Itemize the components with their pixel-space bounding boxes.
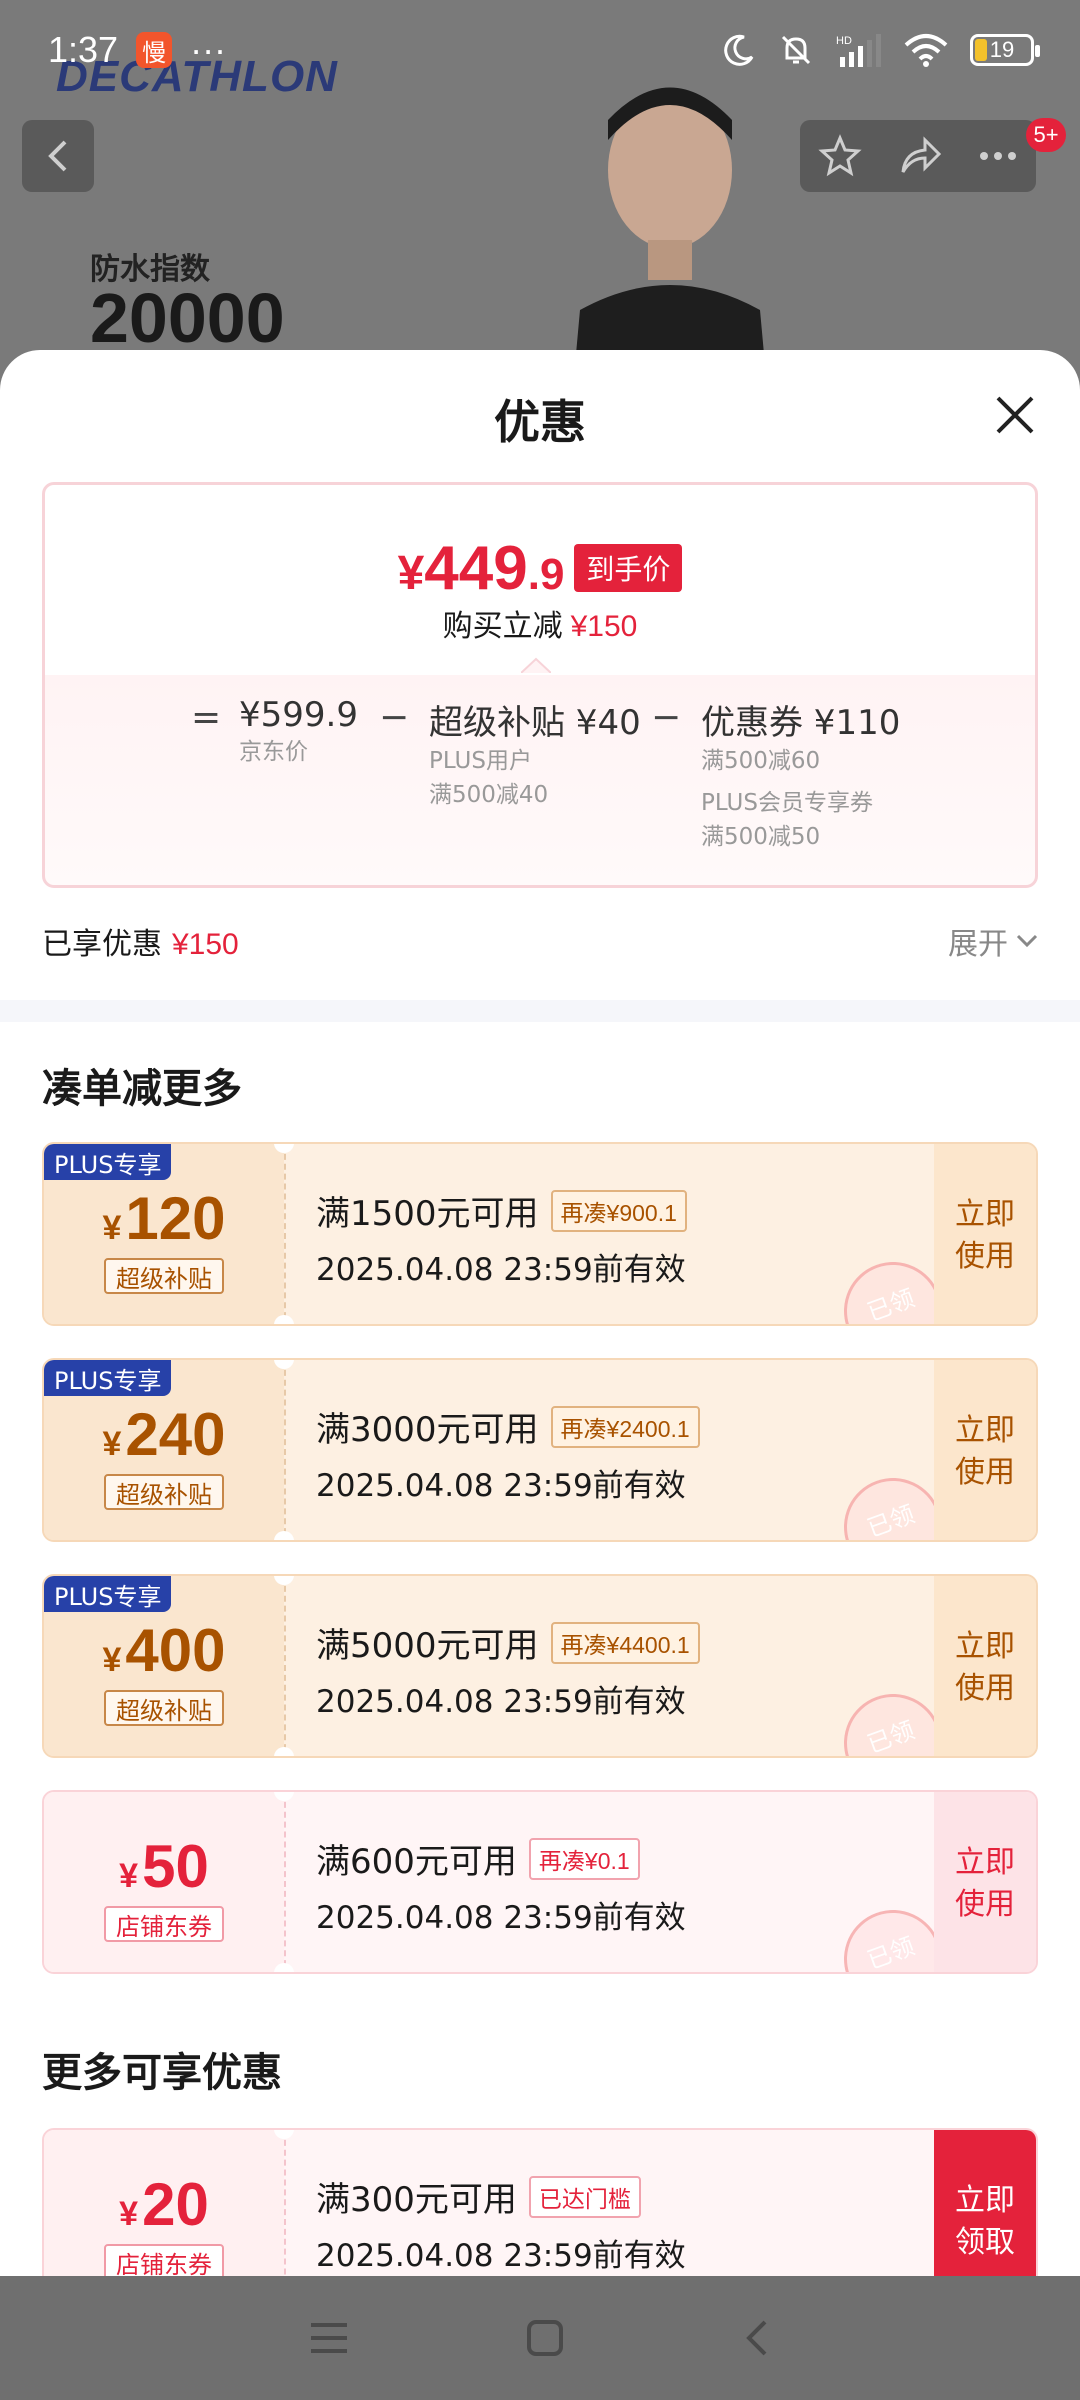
discount-bottom-sheet: 优惠 ¥449.9 到手价 购买立减 ¥150 = ¥599.9 京东价 − 超级… xyxy=(0,350,1080,2276)
coupon-amount: ¥400 xyxy=(102,1617,226,1684)
plus-exclusive-badge: PLUS专享 xyxy=(44,1360,172,1396)
price-breakdown-card: ¥449.9 到手价 购买立减 ¥150 = ¥599.9 京东价 − 超级补贴 … xyxy=(42,482,1038,888)
coupon-amount: ¥50 xyxy=(119,1833,209,1900)
svg-text:HD: HD xyxy=(836,35,852,47)
battery-level: 19 xyxy=(989,37,1015,62)
sheet-title: 优惠 xyxy=(494,395,586,449)
coupon-type-badge: 店铺东券 xyxy=(104,1906,224,1942)
coupon-card: PLUS专享 ¥120 超级补贴 满1500元可用 再凑¥900.1 2025.… xyxy=(42,1142,1038,1326)
wifi-icon xyxy=(904,34,948,67)
clock: 1:37 xyxy=(48,29,119,70)
coupon-type-badge: 店铺东券 xyxy=(104,2244,224,2276)
status-bar: 1:37 慢 ··· HD 19 xyxy=(0,0,1080,100)
final-price-row: ¥449.9 到手价 xyxy=(45,533,1035,604)
enjoyed-discount-row: 已享优惠 ¥150 展开 xyxy=(42,916,1038,966)
coupon-condition: 满300元可用 xyxy=(316,2180,517,2220)
coupon-type-badge: 超级补贴 xyxy=(104,1474,224,1510)
coupon-expiry: 2025.04.08 23:59前有效 xyxy=(316,1252,686,1288)
coupon-expiry: 2025.04.08 23:59前有效 xyxy=(316,1468,686,1504)
minus-sign: − xyxy=(651,697,682,738)
use-now-button[interactable]: 立即 使用 xyxy=(934,1144,1036,1324)
expand-button[interactable]: 展开 xyxy=(948,919,1038,963)
minus-sign: − xyxy=(379,697,410,738)
instant-discount: 购买立减 ¥150 xyxy=(442,609,638,644)
coupon-amount: ¥20 xyxy=(119,2171,209,2238)
super-subsidy-term: 超级补贴 ¥40 PLUS用户 满500减40 xyxy=(429,703,641,808)
use-now-button[interactable]: 立即 使用 xyxy=(934,1360,1036,1540)
enjoyed-discount: 已享优惠 ¥150 xyxy=(42,927,239,962)
more-icon[interactable] xyxy=(978,150,1018,162)
plus-exclusive-badge: PLUS专享 xyxy=(44,1576,172,1612)
battery-icon: 19 xyxy=(970,34,1040,66)
chevron-down-icon xyxy=(1016,934,1038,948)
coupon-term: 优惠券 ¥110 满500减60 PLUS会员专享券 满500减50 xyxy=(701,703,901,850)
coupon-card: ¥50 店铺东券 满600元可用 再凑¥0.1 2025.04.08 23:59… xyxy=(42,1790,1038,1974)
coupon-condition: 满1500元可用 xyxy=(316,1194,539,1234)
final-price: ¥449.9 xyxy=(397,534,565,603)
chevron-left-icon xyxy=(48,140,67,172)
back-icon[interactable] xyxy=(741,2318,771,2358)
more-notifications-icon: ··· xyxy=(190,29,227,70)
coupon-amount: ¥240 xyxy=(102,1401,226,1468)
coupon-condition: 满3000元可用 xyxy=(316,1410,539,1450)
add-more-chip: 再凑¥900.1 xyxy=(550,1189,687,1232)
add-more-chip: 再凑¥0.1 xyxy=(528,1837,640,1880)
coupon-expiry: 2025.04.08 23:59前有效 xyxy=(316,1684,686,1720)
claim-now-button[interactable]: 立即 领取 xyxy=(934,2130,1036,2276)
back-button[interactable] xyxy=(22,120,94,192)
final-price-tag: 到手价 xyxy=(574,544,683,592)
section-divider xyxy=(0,1000,1080,1022)
star-icon[interactable] xyxy=(818,134,862,178)
price-formula: = ¥599.9 京东价 − 超级补贴 ¥40 PLUS用户 满500减40 −… xyxy=(45,695,1035,875)
app-notification-icon: 慢 xyxy=(136,32,173,68)
system-navigation-bar xyxy=(0,2276,1080,2400)
home-icon[interactable] xyxy=(526,2319,564,2357)
waterproof-value: 20000 xyxy=(90,279,285,357)
section-title-more-discount: 凑单减更多 xyxy=(42,1066,242,1112)
coupon-type-badge: 超级补贴 xyxy=(104,1690,224,1726)
add-more-chip: 再凑¥2400.1 xyxy=(550,1405,700,1448)
coupon-card: PLUS专享 ¥240 超级补贴 满3000元可用 再凑¥2400.1 2025… xyxy=(42,1358,1038,1542)
plus-exclusive-badge: PLUS专享 xyxy=(44,1144,172,1180)
jd-price-term: ¥599.9 京东价 xyxy=(239,695,358,765)
top-action-group xyxy=(800,120,1036,192)
add-more-chip: 再凑¥4400.1 xyxy=(550,1621,700,1664)
coupon-type-badge: 超级补贴 xyxy=(104,1258,224,1294)
coupon-condition: 满5000元可用 xyxy=(316,1626,539,1666)
signal-icon: HD xyxy=(836,34,881,67)
moon-icon xyxy=(724,34,754,66)
threshold-reached-chip: 已达门槛 xyxy=(528,2175,641,2218)
close-icon[interactable] xyxy=(990,390,1040,440)
menu-icon[interactable] xyxy=(309,2321,349,2355)
coupon-amount: ¥120 xyxy=(102,1185,226,1252)
caret-up-icon xyxy=(521,657,551,673)
coupon-expiry: 2025.04.08 23:59前有效 xyxy=(316,1900,686,1936)
coupon-expiry: 2025.04.08 23:59前有效 xyxy=(316,2238,686,2274)
coupon-card: PLUS专享 ¥400 超级补贴 满5000元可用 再凑¥4400.1 2025… xyxy=(42,1574,1038,1758)
mute-bell-icon xyxy=(781,35,811,65)
equals-sign: = xyxy=(191,697,222,738)
message-count-badge: 5+ xyxy=(1026,118,1066,152)
use-now-button[interactable]: 立即 使用 xyxy=(934,1792,1036,1972)
coupon-condition: 满600元可用 xyxy=(316,1842,517,1882)
share-icon[interactable] xyxy=(897,134,943,178)
section-title-extra-discount: 更多可享优惠 xyxy=(42,2050,282,2096)
coupon-card: ¥20 店铺东券 满300元可用 已达门槛 2025.04.08 23:59前有… xyxy=(42,2128,1038,2276)
use-now-button[interactable]: 立即 使用 xyxy=(934,1576,1036,1756)
